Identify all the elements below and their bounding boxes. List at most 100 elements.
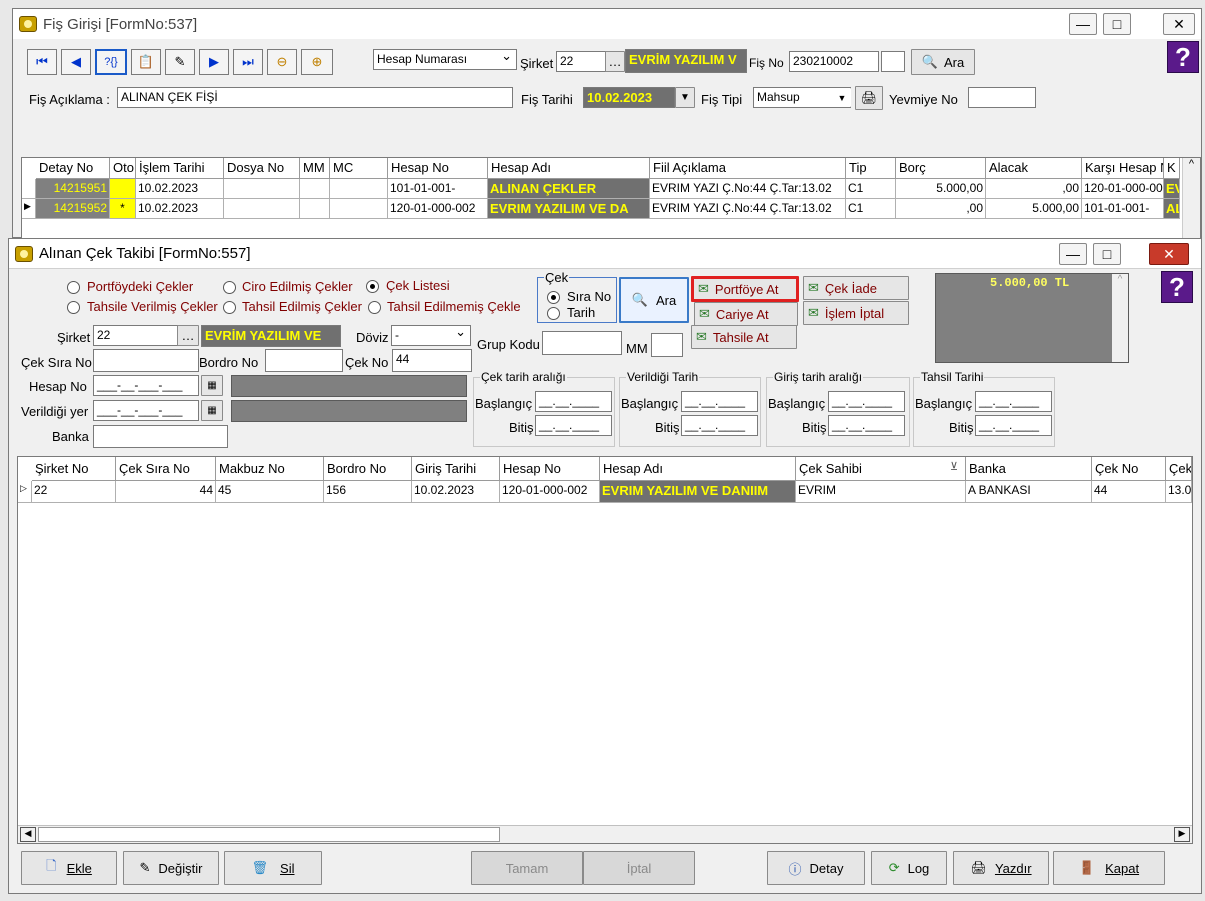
- cek-iade-button[interactable]: ✉ Çek İade: [803, 276, 909, 300]
- fis-col-header[interactable]: Hesap Adı: [488, 158, 650, 179]
- cek-col-header[interactable]: Çek Sıra No: [116, 457, 216, 481]
- cek-col-header[interactable]: Hesap Adı: [600, 457, 796, 481]
- search-record-icon[interactable]: ?{}: [95, 49, 127, 75]
- add-icon[interactable]: ⊕: [301, 49, 333, 75]
- next-record-icon[interactable]: ▶: [199, 49, 229, 75]
- fis-col-header[interactable]: Tip: [846, 158, 896, 179]
- maximize-button[interactable]: □: [1103, 13, 1131, 35]
- cek-col-header[interactable]: Bordro No: [324, 457, 412, 481]
- radio-portfoydeki[interactable]: [67, 281, 80, 294]
- sirket-browse-button[interactable]: …: [605, 51, 625, 72]
- cek-sirket-input[interactable]: 22: [93, 325, 179, 346]
- fis-col-header[interactable]: MC: [330, 158, 388, 179]
- remove-icon[interactable]: ⊖: [267, 49, 297, 75]
- date-bitis-input[interactable]: __.__.____: [828, 415, 905, 436]
- prev-record-icon[interactable]: ◀: [61, 49, 91, 75]
- grup-kodu-input[interactable]: [542, 331, 622, 355]
- radio-ciro[interactable]: [223, 281, 236, 294]
- fis-col-header[interactable]: Karşı Hesap N: [1082, 158, 1164, 179]
- cariye-at-button[interactable]: ✉ Cariye At: [694, 302, 798, 326]
- fis-col-header[interactable]: Detay No: [36, 158, 110, 179]
- fis-col-header[interactable]: İşlem Tarihi: [136, 158, 224, 179]
- minimize-button[interactable]: —: [1069, 13, 1097, 35]
- edit-doc-icon[interactable]: ✎: [165, 49, 195, 75]
- verildigi-calendar-icon[interactable]: ▦: [201, 400, 223, 421]
- mm-input[interactable]: [651, 333, 683, 357]
- close-button[interactable]: ✕: [1149, 243, 1189, 265]
- iptal-button[interactable]: İptal: [583, 851, 695, 885]
- yazdir-button[interactable]: 🖨 Yazdır: [953, 851, 1049, 885]
- date-baslangic-input[interactable]: __.__.____: [975, 391, 1052, 412]
- filter-icon[interactable]: ⊻: [950, 460, 958, 473]
- cek-help-icon[interactable]: ?: [1161, 271, 1193, 303]
- fis-sirket-input[interactable]: 22: [556, 51, 606, 72]
- date-bitis-input[interactable]: __.__.____: [535, 415, 612, 436]
- log-button[interactable]: ⟳ Log: [871, 851, 947, 885]
- cek-col-header[interactable]: Çek No: [1092, 457, 1166, 481]
- fis-no-extra-input[interactable]: [881, 51, 905, 72]
- yevmiye-input[interactable]: [968, 87, 1036, 108]
- scroll-right-icon[interactable]: ▶: [1174, 827, 1190, 842]
- hesap-no-calendar-icon[interactable]: ▦: [201, 375, 223, 396]
- row-selector[interactable]: ▶: [22, 199, 36, 219]
- cek-col-header[interactable]: Banka: [966, 457, 1092, 481]
- fis-tarihi-input[interactable]: 10.02.2023: [583, 87, 675, 108]
- first-record-icon[interactable]: ⏮: [27, 49, 57, 75]
- cek-no-input[interactable]: 44: [392, 349, 472, 372]
- date-bitis-input[interactable]: __.__.____: [975, 415, 1052, 436]
- fis-col-header[interactable]: Hesap No: [388, 158, 488, 179]
- fis-col-header[interactable]: Fiil Açıklama: [650, 158, 846, 179]
- cek-col-header[interactable]: Şirket No: [32, 457, 116, 481]
- verildigi-input[interactable]: ___-__-___-___: [93, 400, 199, 421]
- cek-col-header[interactable]: Giriş Tarihi: [412, 457, 500, 481]
- hesap-no-input[interactable]: ___-__-___-___: [93, 375, 199, 396]
- detay-button[interactable]: ⓘ Detay: [767, 851, 865, 885]
- scroll-left-icon[interactable]: ◀: [20, 827, 36, 842]
- date-baslangic-input[interactable]: __.__.____: [535, 391, 612, 412]
- radio-sira-no[interactable]: [547, 291, 560, 304]
- degistir-button[interactable]: ✎ Değiştir: [123, 851, 219, 885]
- fis-col-header[interactable]: MM: [300, 158, 330, 179]
- doviz-select[interactable]: -: [391, 323, 471, 346]
- bordro-input[interactable]: [265, 349, 343, 372]
- fis-tipi-arrow[interactable]: ▼: [833, 88, 851, 107]
- kapat-button[interactable]: 🚪 Kapat: [1053, 851, 1165, 885]
- fis-grid-scrollbar[interactable]: ^: [1182, 158, 1200, 238]
- date-baslangic-input[interactable]: __.__.____: [828, 391, 905, 412]
- banka-input[interactable]: [93, 425, 228, 448]
- fis-ara-button[interactable]: 🔍 Ara: [911, 49, 975, 75]
- radio-cek-listesi[interactable]: [366, 280, 379, 293]
- fis-col-header[interactable]: K: [1164, 158, 1180, 179]
- row-selector[interactable]: [22, 179, 36, 199]
- cek-col-header[interactable]: Makbuz No: [216, 457, 324, 481]
- cek-sira-input[interactable]: [93, 349, 199, 372]
- cek-col-header[interactable]: Çek Sahibi: [796, 457, 966, 481]
- fis-aciklama-input[interactable]: ALINAN ÇEK FİŞİ: [117, 87, 513, 108]
- radio-tarih[interactable]: [547, 307, 560, 320]
- fis-col-header[interactable]: Oto: [110, 158, 136, 179]
- date-baslangic-input[interactable]: __.__.____: [681, 391, 758, 412]
- total-scrollbar[interactable]: ^: [1112, 274, 1128, 362]
- radio-tahsil-edilmemis[interactable]: [368, 301, 381, 314]
- last-record-icon[interactable]: ⏭: [233, 49, 263, 75]
- ekle-button[interactable]: 🗋 Ekle: [21, 851, 117, 885]
- fis-col-header[interactable]: Borç: [896, 158, 986, 179]
- cek-ara-button[interactable]: 🔍 Ara: [619, 277, 689, 323]
- cek-grid-hscrollbar[interactable]: ◀ ▶: [18, 825, 1192, 843]
- sil-button[interactable]: 🗑 Sil: [224, 851, 322, 885]
- scroll-thumb[interactable]: [38, 827, 500, 842]
- cek-sirket-browse[interactable]: …: [177, 325, 199, 346]
- row-selector[interactable]: ▷: [18, 481, 32, 503]
- cek-col-header[interactable]: Hesap No: [500, 457, 600, 481]
- islem-iptal-button[interactable]: ✉ İşlem İptal: [803, 301, 909, 325]
- radio-tahsile-verilmis[interactable]: [67, 301, 80, 314]
- radio-tahsil-edilmis[interactable]: [223, 301, 236, 314]
- close-button[interactable]: ✕: [1163, 13, 1195, 35]
- date-bitis-input[interactable]: __.__.____: [681, 415, 758, 436]
- hesap-select[interactable]: Hesap Numarası: [373, 47, 517, 70]
- maximize-button[interactable]: □: [1093, 243, 1121, 265]
- copy-icon[interactable]: 📋: [131, 49, 161, 75]
- tahsile-at-button[interactable]: ✉ Tahsile At: [691, 325, 797, 349]
- minimize-button[interactable]: —: [1059, 243, 1087, 265]
- tamam-button[interactable]: Tamam: [471, 851, 583, 885]
